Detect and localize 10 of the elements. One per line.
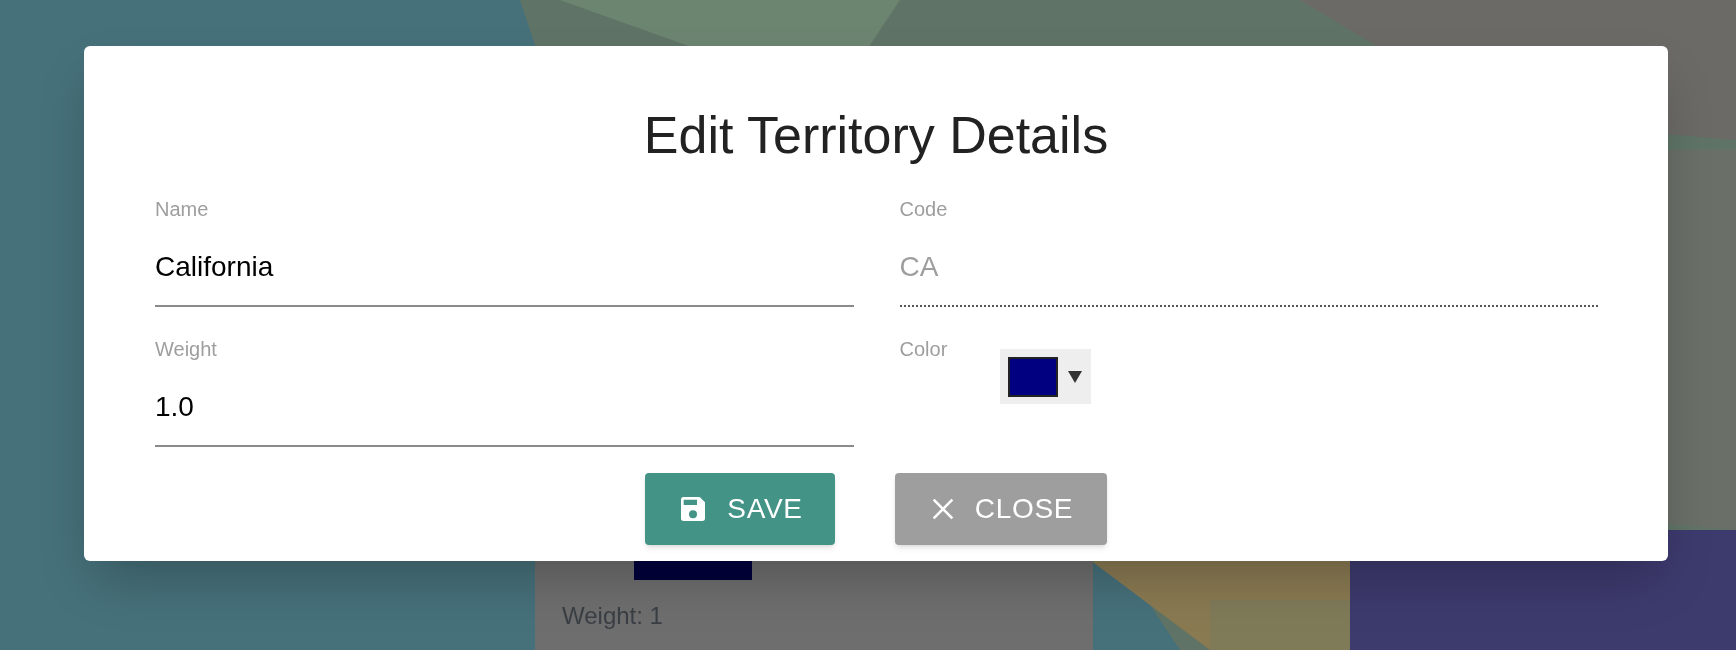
field-label: Color bbox=[899, 339, 948, 359]
field-label: Weight bbox=[155, 339, 217, 359]
text-field[interactable]: California bbox=[155, 241, 854, 307]
caret-icon bbox=[1067, 369, 1082, 384]
close-button[interactable]: CLOSE bbox=[895, 473, 1107, 545]
field-label: Code bbox=[899, 199, 948, 219]
color-picker[interactable] bbox=[999, 349, 1091, 404]
text-field[interactable]: 1.0 bbox=[155, 381, 854, 447]
field-label: Name bbox=[155, 199, 209, 219]
save-button[interactable]: SAVE bbox=[645, 473, 835, 545]
